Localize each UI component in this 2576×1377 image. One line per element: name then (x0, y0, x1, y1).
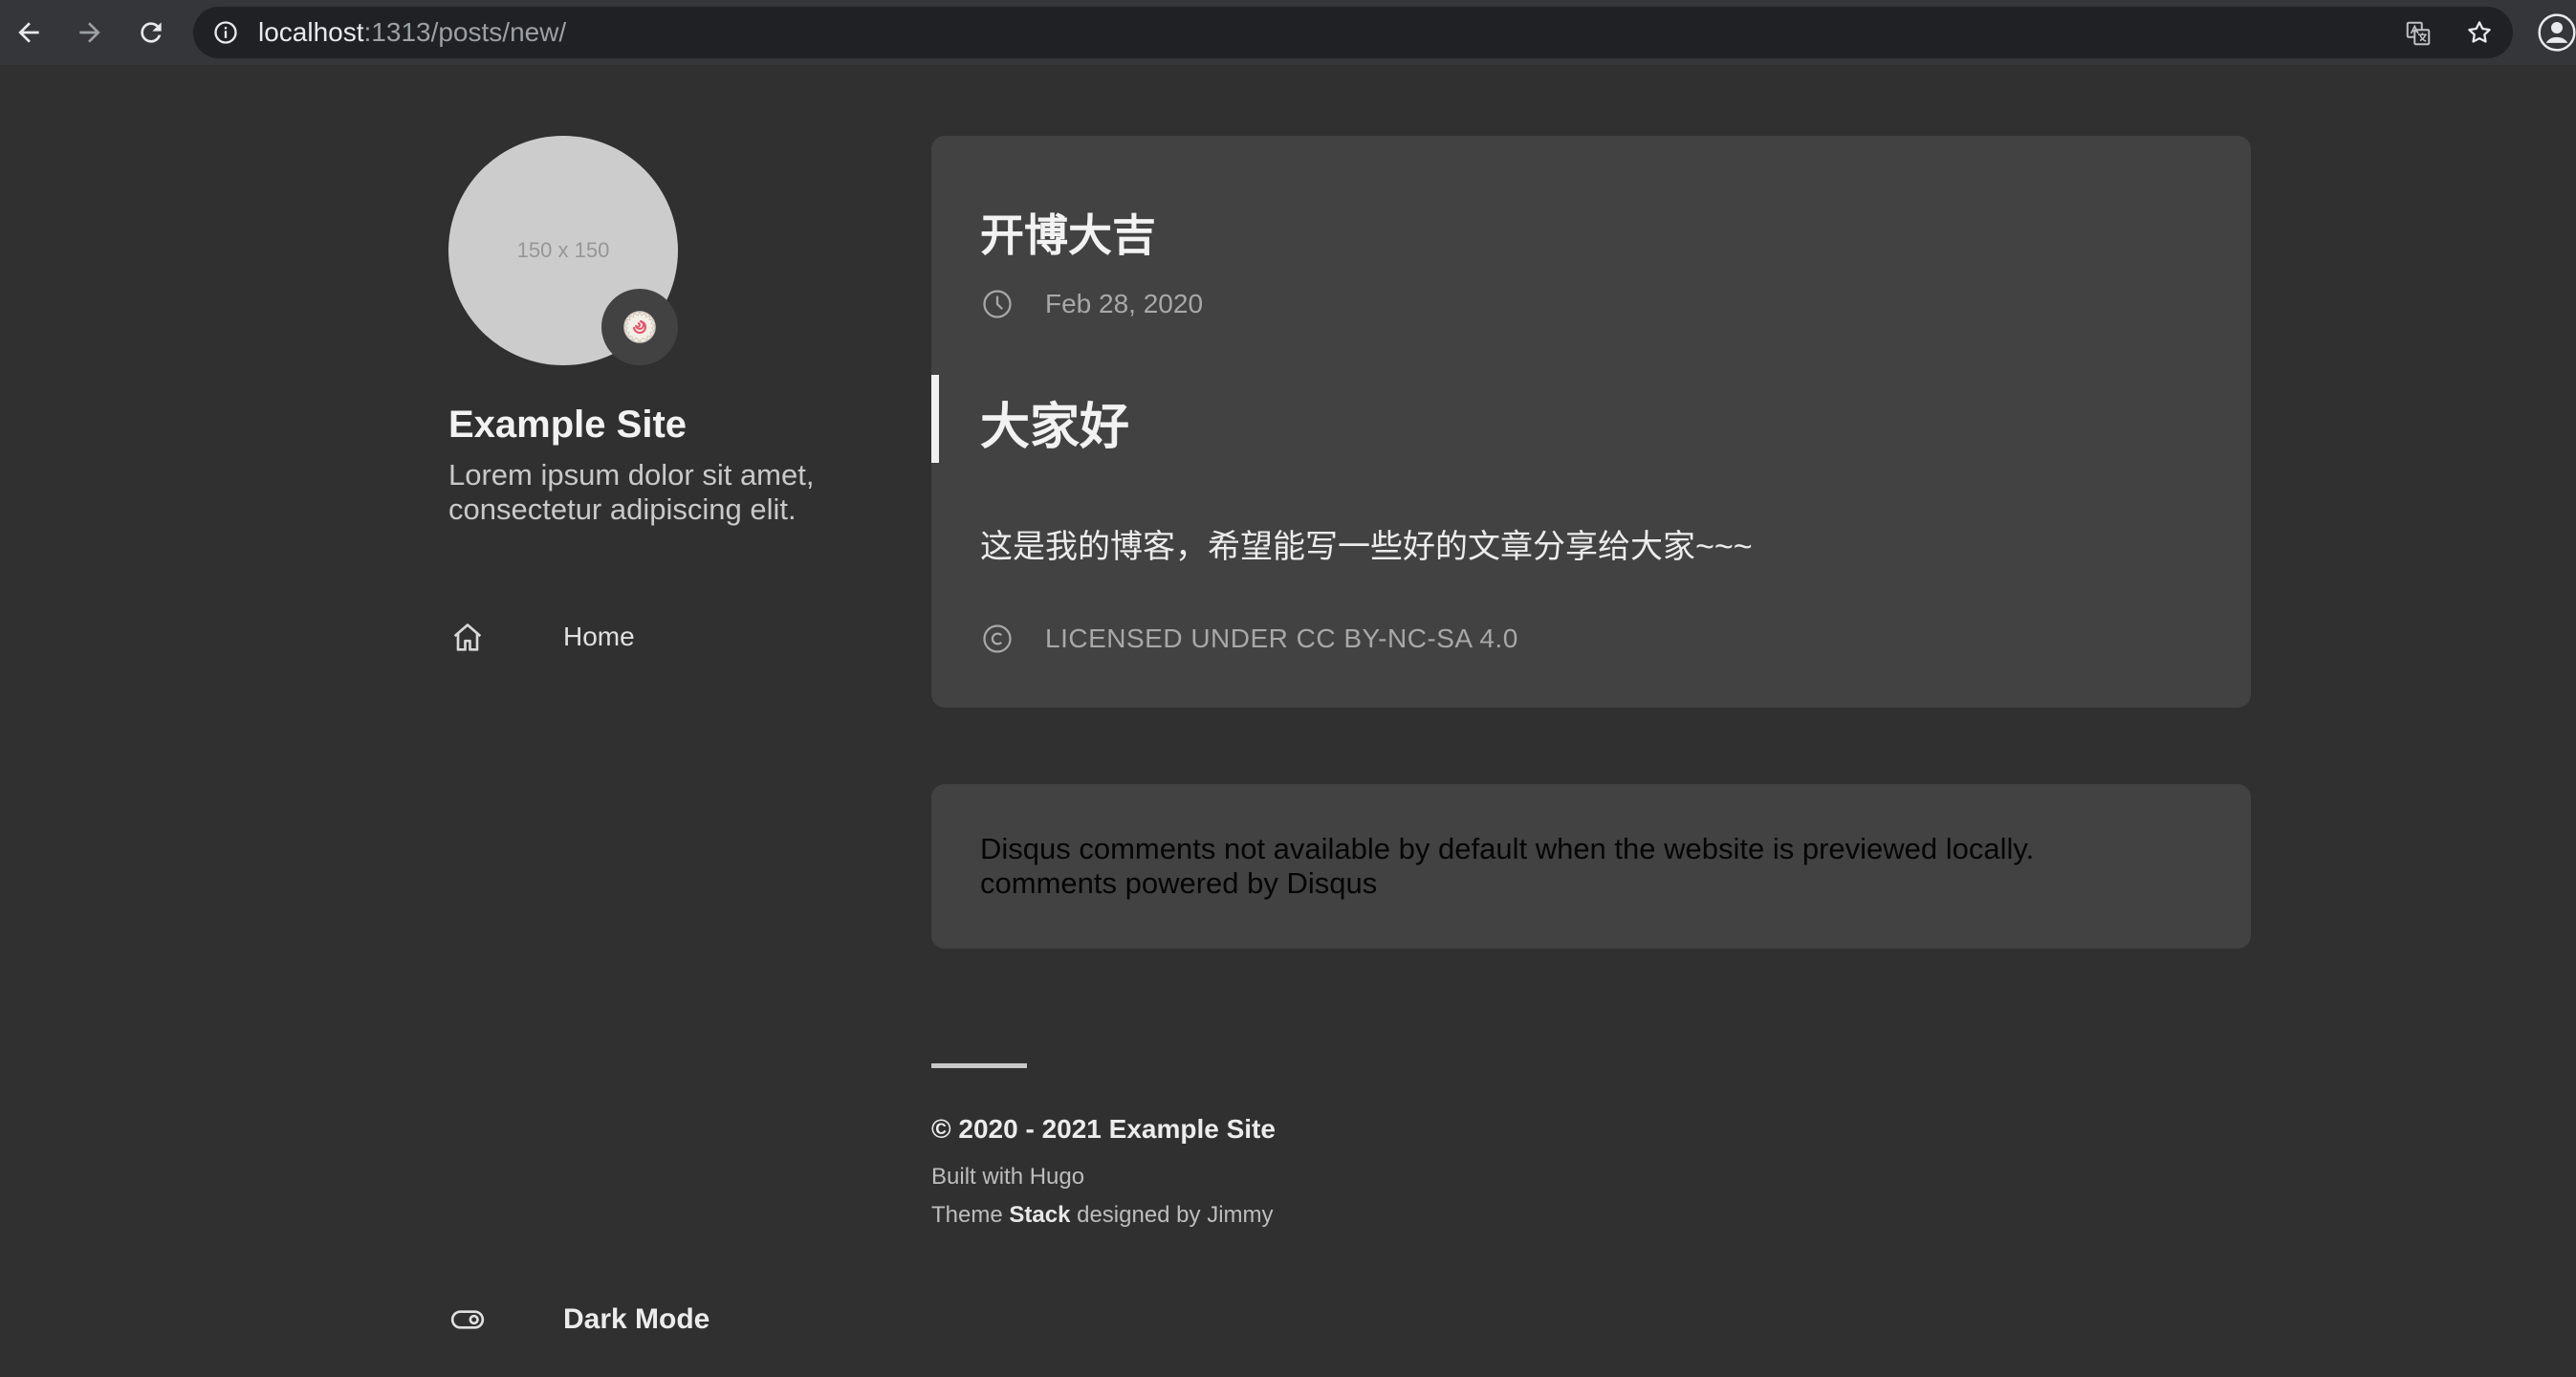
back-button[interactable] (8, 11, 50, 54)
site-name[interactable]: Example Site (448, 404, 869, 447)
address-bar[interactable]: localhost:1313/posts/new/ (193, 7, 2513, 58)
footer-theme-suffix: designed by Jimmy (1070, 1202, 1274, 1228)
comments-card: Disqus comments not available by default… (931, 784, 2251, 949)
translate-icon[interactable] (2404, 19, 2433, 48)
main-content: 开博大吉 Feb 28, 2020 大家好 这是我的博客，希望能写一些好的文章分… (931, 136, 2251, 1228)
url-host: localhost (258, 17, 364, 47)
reload-icon (141, 22, 162, 43)
home-icon (453, 623, 482, 651)
license-text: LICENSED UNDER CC BY-NC-SA 4.0 (1045, 623, 1518, 653)
sidebar: 150 x 150 Example Site Lorem ipsum dolor… (448, 136, 869, 651)
reload-button[interactable] (130, 11, 172, 54)
article-card: 开博大吉 Feb 28, 2020 大家好 这是我的博客，希望能写一些好的文章分… (931, 136, 2251, 708)
info-icon[interactable] (212, 19, 239, 46)
menu-item-home[interactable]: Home (448, 616, 635, 658)
article-title[interactable]: 开博大吉 (980, 201, 1156, 264)
bookmark-star-icon[interactable] (2465, 18, 2494, 47)
article-paragraph: 这是我的博客，希望能写一些好的文章分享给大家~~~ (980, 529, 1753, 565)
article-date: Feb 28, 2020 (1045, 289, 1204, 318)
emoji-badge (601, 289, 678, 365)
clock-icon (983, 290, 1012, 318)
footer-built-with[interactable]: Built with Hugo (931, 1164, 2251, 1191)
comments-notice: Disqus comments not available by default… (980, 832, 2035, 865)
article-heading: 大家好 (980, 400, 1130, 455)
site-description: Lorem ipsum dolor sit amet, consectetur … (448, 458, 815, 526)
dark-mode-toggle[interactable]: Dark Mode (448, 1299, 709, 1341)
footer-copyright: © 2020 - 2021 Example Site (931, 1114, 1276, 1144)
arrow-left-icon (18, 22, 39, 43)
arrow-right-icon (79, 22, 100, 43)
profile-icon[interactable] (2538, 13, 2576, 52)
copyright-icon (983, 624, 1012, 653)
footer-divider (931, 1063, 1027, 1068)
dark-mode-label: Dark Mode (563, 1303, 710, 1335)
heading-accent-bar (931, 375, 939, 463)
article-meta: Feb 28, 2020 (980, 287, 1203, 321)
footer-theme-prefix: Theme (931, 1202, 1010, 1228)
avatar-placeholder-text: 150 x 150 (516, 238, 610, 262)
forward-button[interactable] (69, 11, 111, 54)
narutomaki-icon (623, 310, 656, 343)
avatar-container: 150 x 150 (448, 136, 678, 365)
url-path: :1313/posts/new/ (363, 17, 567, 47)
url-text[interactable]: localhost:1313/posts/new/ (258, 7, 566, 58)
browser-toolbar: localhost:1313/posts/new/ (0, 0, 2576, 65)
footer-theme: Theme Stack designed by Jimmy (931, 1202, 2251, 1229)
footer-theme-name[interactable]: Stack (1009, 1202, 1070, 1228)
license-info: LICENSED UNDER CC BY-NC-SA 4.0 (980, 622, 1518, 656)
toggle-icon (450, 1310, 485, 1329)
comments-powered-by[interactable]: comments powered by Disqus (980, 866, 2202, 901)
footer: © 2020 - 2021 Example Site Built with Hu… (931, 1063, 2251, 1229)
menu-item-label: Home (563, 622, 635, 651)
